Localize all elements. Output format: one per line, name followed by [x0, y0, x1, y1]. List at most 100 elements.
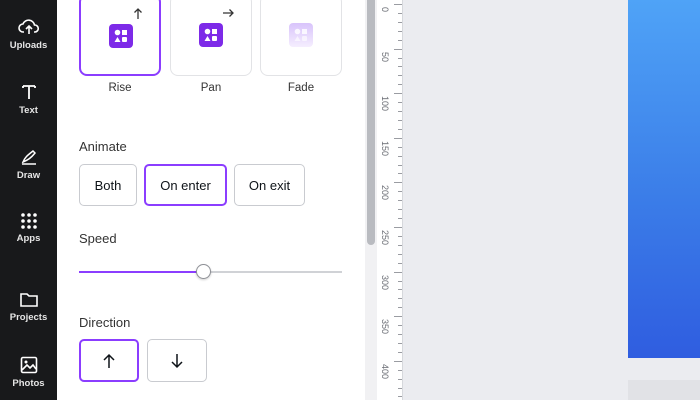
rail-item-photos[interactable]: Photos	[0, 355, 57, 389]
ruler-minor-tick	[398, 378, 402, 380]
shapes-icon	[109, 24, 133, 48]
rail-item-draw[interactable]: Draw	[0, 147, 57, 181]
ruler-major-tick	[394, 227, 402, 228]
ruler-minor-tick	[398, 21, 402, 23]
animation-label-fade: Fade	[287, 82, 315, 94]
direction-title: Direction	[79, 315, 131, 330]
ruler-minor-tick	[398, 164, 402, 166]
canvas-area	[404, 0, 700, 400]
arrow-up-icon	[134, 8, 142, 19]
rail-label-uploads: Uploads	[9, 40, 48, 51]
ruler-minor-tick	[398, 369, 402, 371]
ruler-minor-tick	[398, 325, 402, 327]
folder-icon	[19, 293, 38, 307]
speed-slider-thumb[interactable]	[196, 264, 211, 279]
ruler-minor-tick	[398, 209, 402, 211]
direction-up-button[interactable]	[79, 339, 139, 382]
panel-scrollbar[interactable]	[365, 0, 377, 400]
ruler-minor-tick	[398, 218, 402, 220]
ruler-minor-tick	[398, 155, 402, 157]
ruler-minor-tick	[398, 57, 402, 59]
ruler-major-tick	[394, 182, 402, 184]
shapes-icon	[199, 23, 223, 47]
ruler-major-tick	[394, 48, 402, 50]
arrow-down-icon	[171, 353, 183, 368]
ruler-minor-tick	[398, 289, 402, 291]
animate-on-enter-button[interactable]: On enter	[144, 164, 227, 206]
rail-item-text[interactable]: Text	[0, 82, 57, 116]
ruler-minor-tick	[398, 244, 402, 246]
ruler-minor-tick	[398, 334, 402, 336]
ruler-minor-tick	[398, 102, 402, 104]
ruler-minor-tick	[398, 12, 402, 14]
ruler-minor-tick	[398, 342, 402, 344]
ruler-minor-tick	[398, 280, 402, 282]
speed-slider-fill	[79, 271, 203, 273]
ruler-minor-tick	[398, 235, 402, 237]
ruler-major-tick	[394, 4, 402, 5]
ruler-minor-tick	[398, 351, 402, 353]
ruler-major-tick	[394, 93, 402, 95]
ruler-label: 100	[380, 96, 390, 112]
ruler-minor-tick	[398, 298, 402, 300]
arrow-up-icon	[103, 353, 115, 368]
rail-label-text: Text	[19, 105, 38, 116]
ruler-label: 350	[380, 319, 390, 335]
ruler-label: 250	[380, 230, 390, 246]
rail-item-projects[interactable]: Projects	[0, 291, 57, 323]
fade-icon	[289, 23, 313, 47]
ruler-minor-tick	[398, 119, 402, 121]
rail-item-apps[interactable]: Apps	[0, 212, 57, 244]
ruler-major-tick	[394, 316, 402, 318]
ruler-minor-tick	[398, 387, 402, 389]
next-design-page[interactable]	[628, 380, 700, 400]
grid-icon	[20, 213, 37, 229]
ruler-minor-tick	[398, 111, 402, 113]
animation-label-pan: Pan	[200, 82, 222, 94]
direction-down-button[interactable]	[147, 339, 207, 382]
animation-label-rise: Rise	[108, 82, 132, 94]
rail-label-photos: Photos	[12, 378, 45, 389]
ruler-label: 0	[380, 7, 390, 13]
ruler-label: 300	[380, 274, 390, 290]
text-t-icon	[21, 85, 36, 99]
pen-icon	[21, 149, 36, 165]
ruler-minor-tick	[398, 84, 402, 86]
rail-label-projects: Projects	[9, 312, 48, 323]
animate-both-button[interactable]: Both	[79, 164, 137, 206]
ruler-minor-tick	[398, 146, 402, 148]
rail-item-uploads[interactable]: Uploads	[0, 17, 57, 51]
upload-cloud-icon	[17, 19, 39, 34]
animation-card-pan[interactable]	[170, 0, 252, 76]
vertical-ruler: 0 50 100 150 200 250 300 350 400	[377, 0, 403, 400]
animation-card-rise[interactable]	[79, 0, 161, 76]
ruler-major-tick	[394, 137, 402, 139]
ruler-label: 150	[380, 140, 390, 156]
animation-card-fade[interactable]	[260, 0, 342, 76]
panel-scrollbar-thumb[interactable]	[367, 0, 375, 245]
ruler-minor-tick	[398, 128, 402, 130]
ruler-minor-tick	[398, 39, 402, 41]
animate-on-exit-button[interactable]: On exit	[234, 164, 305, 206]
design-page[interactable]	[628, 0, 700, 358]
speed-slider[interactable]	[79, 264, 342, 279]
ruler-major-tick	[394, 360, 402, 362]
left-rail: Uploads Text Draw Apps Projects Photos	[0, 0, 57, 400]
ruler-minor-tick	[398, 253, 402, 255]
ruler-minor-tick	[398, 30, 402, 32]
ruler-minor-tick	[398, 200, 402, 202]
ruler-label: 400	[380, 363, 390, 379]
ruler-minor-tick	[398, 66, 402, 68]
ruler-minor-tick	[398, 75, 402, 77]
speed-title: Speed	[79, 231, 117, 246]
ruler-minor-tick	[398, 262, 402, 264]
ruler-minor-tick	[398, 191, 402, 193]
animation-panel: Rise Pan Fade Animate Both On enter On e…	[57, 0, 365, 400]
ruler-major-tick	[394, 271, 402, 273]
ruler-label: 200	[380, 185, 390, 201]
ruler-minor-tick	[398, 396, 402, 398]
arrow-right-icon	[223, 9, 234, 17]
image-icon	[20, 356, 37, 374]
ruler-label: 50	[380, 51, 390, 62]
ruler-minor-tick	[398, 173, 402, 175]
